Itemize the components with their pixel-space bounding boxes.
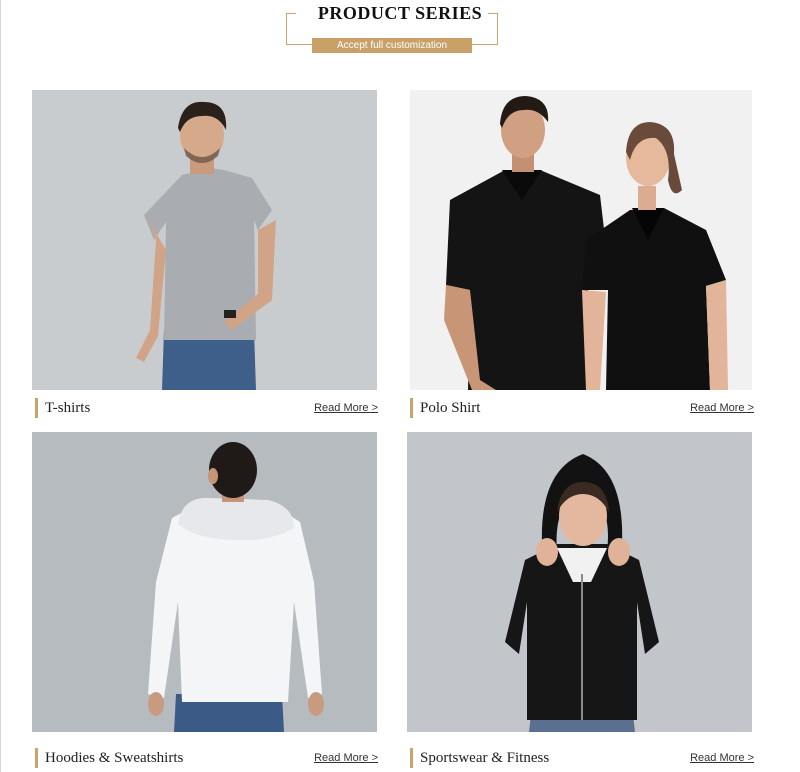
product-title: Hoodies & Sweatshirts bbox=[35, 748, 183, 768]
tshirt-caption: T-shirts Read More > bbox=[35, 398, 378, 418]
section-title: PRODUCT SERIES bbox=[317, 3, 483, 23]
read-more-link[interactable]: Read More > bbox=[690, 752, 754, 764]
section-header: PRODUCT SERIES Accept full customization bbox=[0, 0, 800, 60]
product-title: Sportswear & Fitness bbox=[410, 748, 549, 768]
polo-caption: Polo Shirt Read More > bbox=[410, 398, 754, 418]
customization-badge: Accept full customization bbox=[312, 38, 472, 53]
read-more-link[interactable]: Read More > bbox=[690, 402, 754, 414]
tshirt-product-image[interactable] bbox=[32, 90, 377, 390]
read-more-link[interactable]: Read More > bbox=[314, 752, 378, 764]
hoodie-caption: Hoodies & Sweatshirts Read More > bbox=[35, 748, 378, 768]
hoodie-product-image[interactable] bbox=[32, 432, 377, 732]
sportswear-caption: Sportswear & Fitness Read More > bbox=[410, 748, 754, 768]
page-left-border bbox=[0, 0, 1, 772]
read-more-link[interactable]: Read More > bbox=[314, 402, 378, 414]
sportswear-product-image[interactable] bbox=[407, 432, 752, 732]
product-title: T-shirts bbox=[35, 398, 90, 418]
product-title: Polo Shirt bbox=[410, 398, 480, 418]
polo-product-image[interactable] bbox=[410, 90, 752, 390]
